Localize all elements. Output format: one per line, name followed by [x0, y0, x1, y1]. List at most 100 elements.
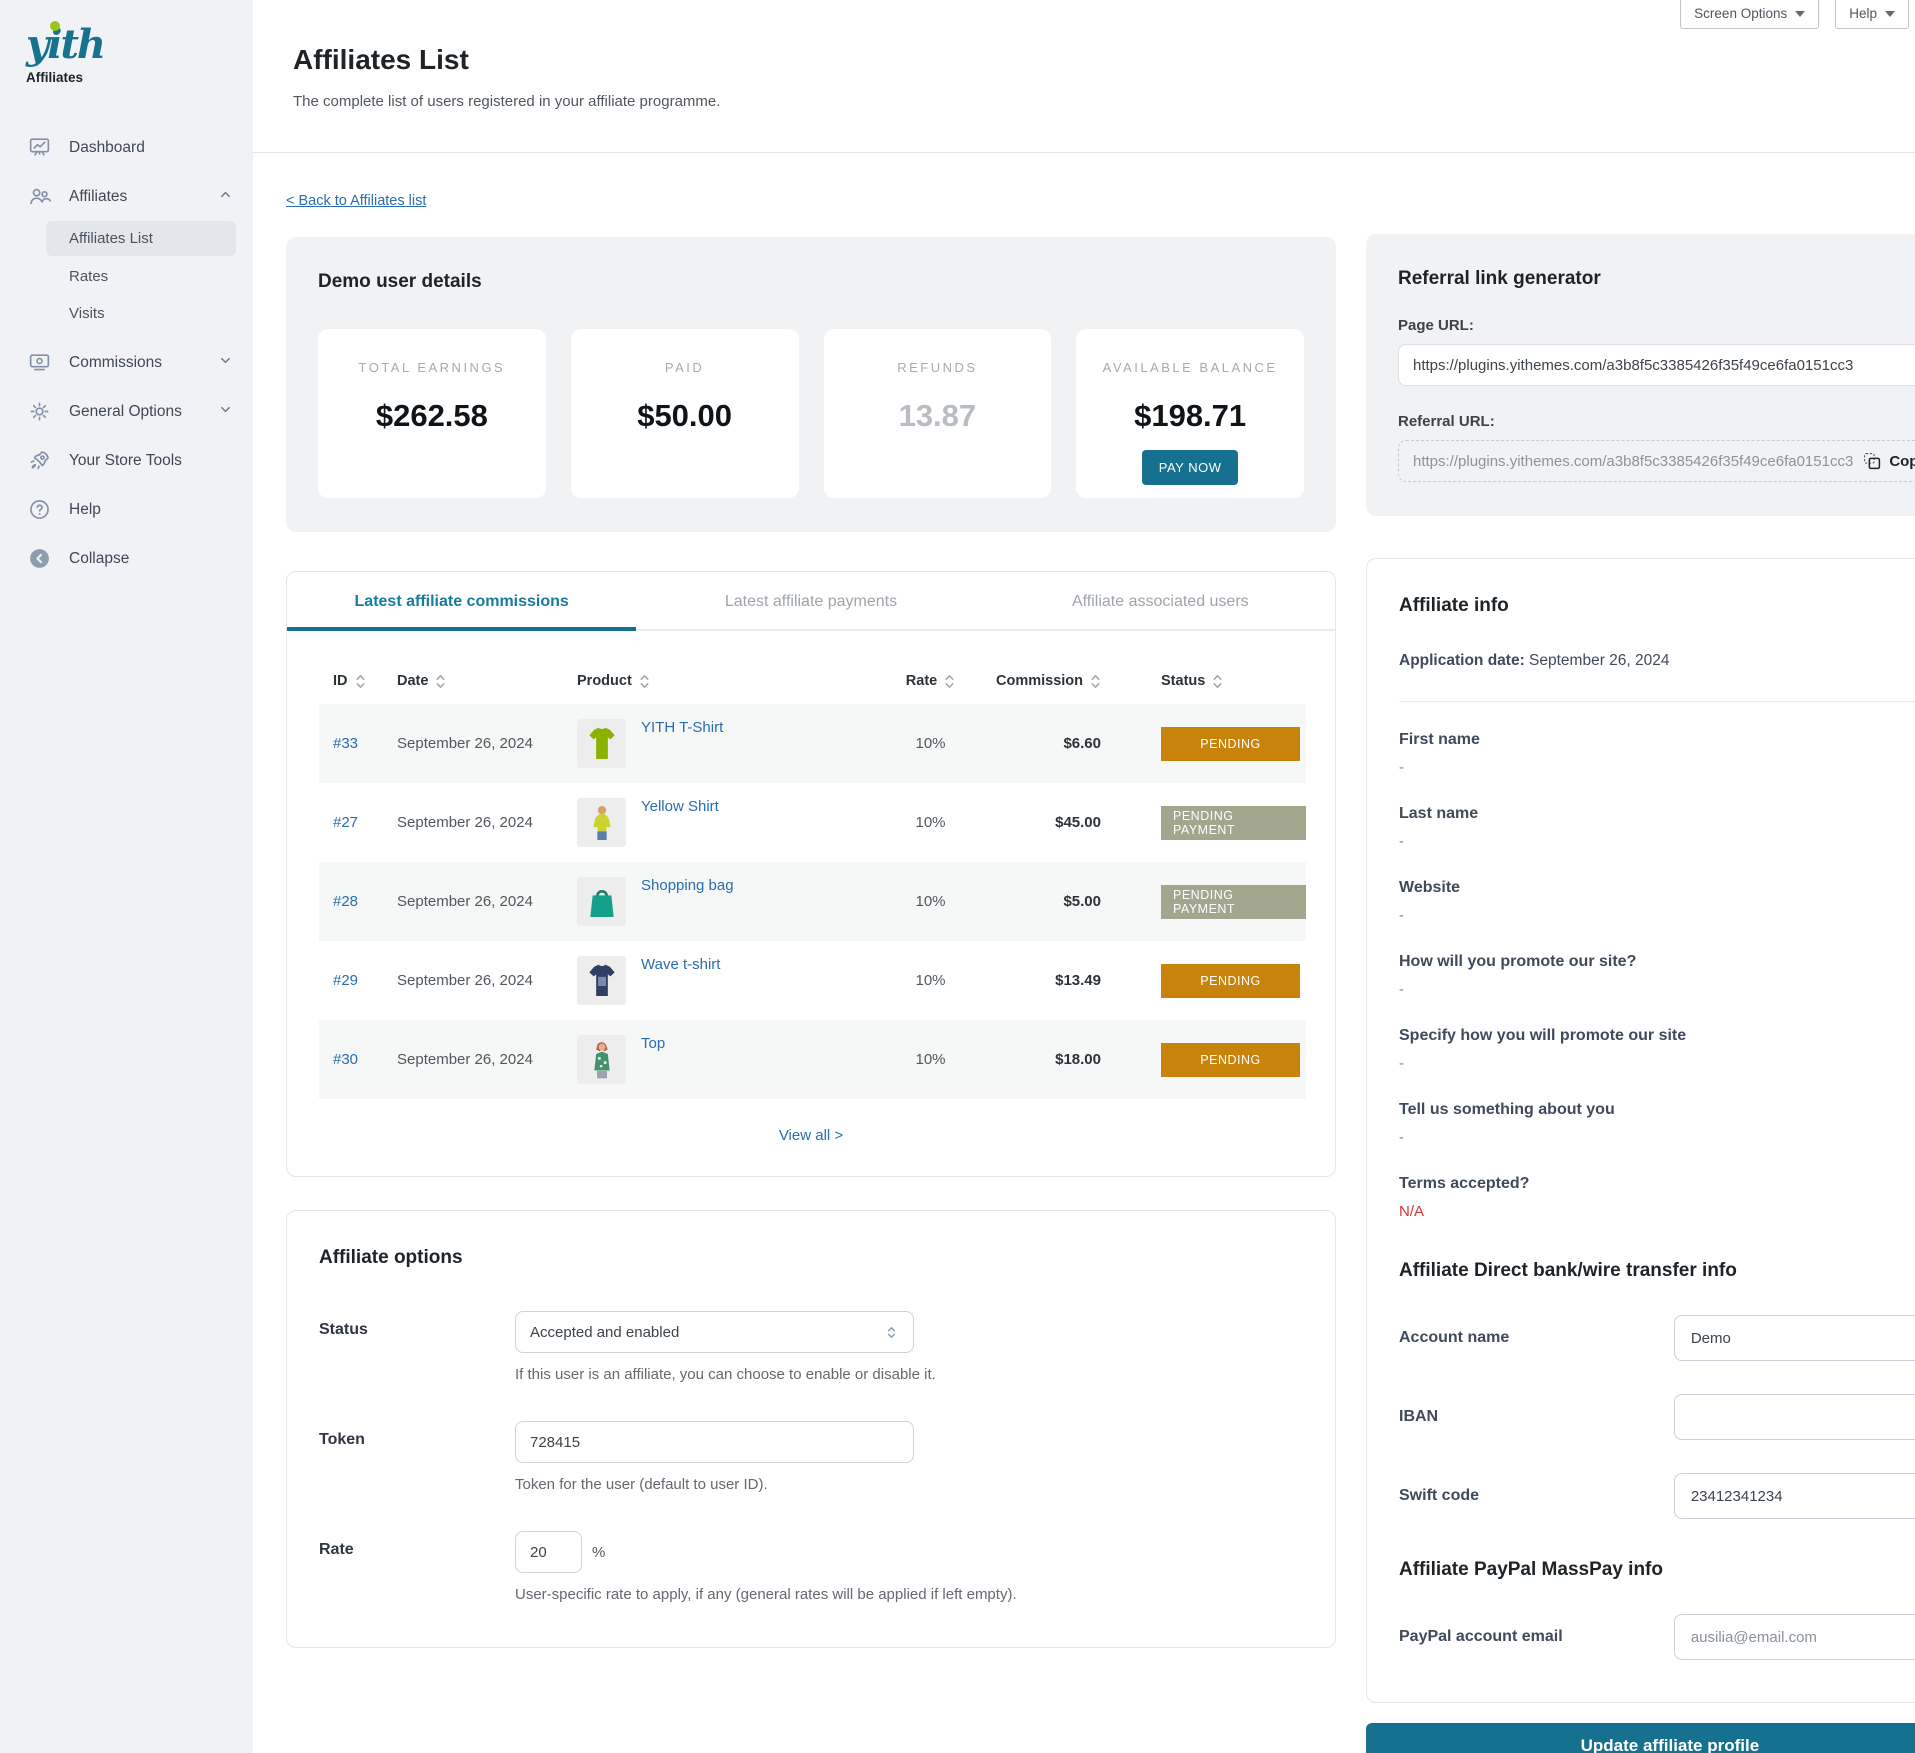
sidebar-item-collapse[interactable]: Collapse — [0, 534, 253, 583]
table-header-cell[interactable]: Commission — [971, 657, 1101, 704]
pay-now-button[interactable]: PAY NOW — [1142, 450, 1239, 485]
sidebar-item-commissions[interactable]: Commissions — [0, 338, 253, 387]
page-url-label: Page URL: — [1398, 317, 1915, 334]
bank-field-row: Swift code — [1399, 1473, 1915, 1519]
commission-rate: 10% — [876, 1020, 971, 1099]
account-name-input[interactable] — [1674, 1315, 1915, 1361]
affiliate-info-fields: First name - Last name - Website - How w… — [1399, 731, 1915, 1220]
commissions-table-wrap: ID Date Product Rate Commission Status — [287, 631, 1335, 1099]
field-value: - — [1399, 907, 1915, 924]
sort-arrows-icon[interactable] — [1090, 674, 1101, 689]
sidebar-item-affiliates-list[interactable]: Affiliates List — [46, 221, 236, 256]
table-header-cell[interactable]: Date — [383, 657, 563, 704]
commission-rate: 10% — [876, 704, 971, 783]
sidebar-item-your-store-tools[interactable]: Your Store Tools — [0, 436, 253, 485]
caret-down-icon — [1795, 11, 1805, 17]
rate-input[interactable] — [515, 1531, 582, 1573]
stat-value: $50.00 — [571, 398, 799, 434]
sort-arrows-icon[interactable] — [944, 674, 955, 689]
help-icon — [27, 497, 52, 522]
commission-id-link[interactable]: #29 — [333, 972, 358, 989]
field-value: - — [1399, 833, 1915, 850]
bank-field-row: Account name — [1399, 1315, 1915, 1361]
affiliates-icon — [27, 184, 52, 209]
status-row: Status Accepted and enabled If this user… — [319, 1311, 1303, 1383]
commission-id-link[interactable]: #27 — [333, 814, 358, 831]
sort-arrows-icon[interactable] — [355, 674, 366, 689]
copy-button[interactable]: Copy — [1863, 452, 1915, 470]
stat-label: AVAILABLE BALANCE — [1076, 360, 1304, 375]
stat-card: TOTAL EARNINGS $262.58 — [318, 329, 546, 498]
up-down-carets-icon — [884, 1323, 899, 1342]
sidebar-item-dashboard[interactable]: Dashboard — [0, 123, 253, 172]
tabs: Latest affiliate commissions Latest affi… — [287, 572, 1335, 631]
rocket-icon — [27, 448, 52, 473]
commission-amount: $18.00 — [971, 1020, 1101, 1099]
table-header-cell[interactable]: ID — [319, 657, 383, 704]
product-link[interactable]: Wave t-shirt — [641, 956, 720, 973]
referral-url-input[interactable]: https://plugins.yithemes.com/a3b8f5c3385… — [1398, 440, 1915, 482]
commission-amount: $45.00 — [971, 783, 1101, 862]
sidebar-item-rates[interactable]: Rates — [0, 258, 253, 295]
back-to-affiliates-link[interactable]: < Back to Affiliates list — [286, 193, 426, 209]
swift-code-input[interactable] — [1674, 1473, 1915, 1519]
sidebar-item-help[interactable]: Help — [0, 485, 253, 534]
sort-arrows-icon[interactable] — [1212, 674, 1223, 689]
affiliate-info-field: Website - — [1399, 879, 1915, 924]
user-details-title: Demo user details — [318, 271, 1304, 293]
status-badge: PENDING PAYMENT — [1161, 806, 1306, 840]
status-badge: PENDING — [1161, 964, 1300, 998]
tab[interactable]: Affiliate associated users — [986, 572, 1335, 629]
table-row: #30 September 26, 2024 Top 10% $18.00 PE… — [319, 1020, 1306, 1099]
sort-arrows-icon[interactable] — [435, 674, 446, 689]
rate-label: Rate — [319, 1531, 515, 1603]
dashboard-icon — [27, 135, 52, 160]
tab[interactable]: Latest affiliate commissions — [287, 572, 636, 629]
rate-suffix: % — [592, 1544, 605, 1561]
sidebar-item-label: Collapse — [69, 550, 129, 568]
status-badge: PENDING — [1161, 1043, 1300, 1077]
token-help-text: Token for the user (default to user ID). — [515, 1476, 914, 1493]
product-link[interactable]: Shopping bag — [641, 877, 734, 894]
product-link[interactable]: Top — [641, 1035, 665, 1052]
sort-arrows-icon[interactable] — [639, 674, 650, 689]
commission-date: September 26, 2024 — [383, 704, 563, 783]
table-header-cell[interactable]: Status — [1101, 657, 1306, 704]
column-label: Status — [1161, 673, 1205, 689]
sidebar-item-visits[interactable]: Visits — [0, 295, 253, 332]
view-all-link[interactable]: View all > — [287, 1099, 1335, 1176]
paypal-email-input[interactable] — [1674, 1614, 1915, 1660]
update-affiliate-profile-button[interactable]: Update affiliate profile — [1366, 1723, 1915, 1753]
sidebar-item-label: Commissions — [69, 354, 162, 372]
affiliate-info-title: Affiliate info — [1399, 595, 1509, 617]
status-badge: PENDING — [1161, 727, 1300, 761]
commission-amount: $5.00 — [971, 862, 1101, 941]
status-select[interactable]: Accepted and enabled — [515, 1311, 914, 1353]
screen-options-button[interactable]: Screen Options — [1680, 0, 1819, 29]
table-header-cell[interactable]: Rate — [876, 657, 971, 704]
token-input[interactable] — [515, 1421, 914, 1463]
product-link[interactable]: YITH T-Shirt — [641, 719, 723, 736]
table-header-cell[interactable]: Product — [563, 657, 876, 704]
help-button[interactable]: Help — [1835, 0, 1909, 29]
field-label: Website — [1399, 879, 1915, 897]
tab[interactable]: Latest affiliate payments — [636, 572, 985, 629]
commission-id-link[interactable]: #30 — [333, 1051, 358, 1068]
iban-input[interactable] — [1674, 1394, 1915, 1440]
page-title: Affiliates List — [293, 44, 1875, 76]
sidebar-item-affiliates[interactable]: Affiliates — [0, 172, 253, 221]
chevron-down-icon — [218, 402, 233, 422]
table-header-row: ID Date Product Rate Commission Status — [319, 657, 1306, 704]
product-link[interactable]: Yellow Shirt — [641, 798, 719, 815]
sidebar-item-general-options[interactable]: General Options — [0, 387, 253, 436]
page-url-input[interactable]: https://plugins.yithemes.com/a3b8f5c3385… — [1398, 344, 1915, 386]
bank-field-label: Swift code — [1399, 1487, 1479, 1505]
commissions-table: ID Date Product Rate Commission Status — [319, 657, 1306, 1099]
commission-id-link[interactable]: #28 — [333, 893, 358, 910]
commission-id-link[interactable]: #33 — [333, 735, 358, 752]
yith-logo: yith Affiliates — [0, 20, 253, 85]
affiliate-info-field: Specify how you will promote our site - — [1399, 1027, 1915, 1072]
column-label: Date — [397, 673, 428, 689]
referral-url-label: Referral URL: — [1398, 413, 1915, 430]
affiliate-info-field: First name - — [1399, 731, 1915, 776]
